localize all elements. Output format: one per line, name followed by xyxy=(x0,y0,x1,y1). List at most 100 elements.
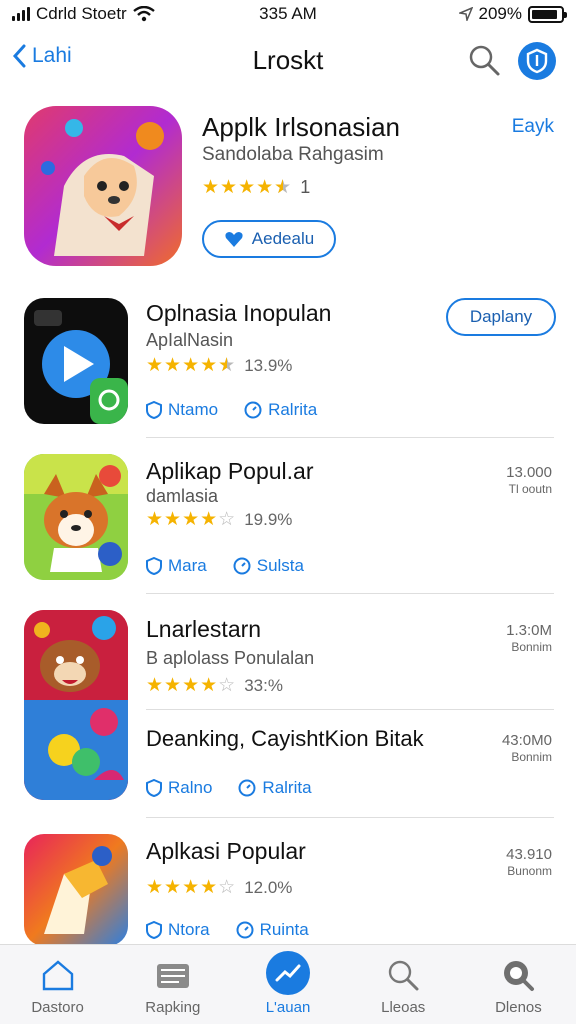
chip[interactable]: Mara xyxy=(146,556,207,576)
battery-icon xyxy=(528,5,567,23)
star-rating: ★★★★★★ xyxy=(146,355,237,376)
item-rating: ★★★★★★ 13.9% xyxy=(146,354,292,377)
item-extra-line: Deanking, CayishtKion Bitak xyxy=(146,726,424,751)
chip-label: Ralrita xyxy=(268,400,318,419)
bookmark-icon xyxy=(24,834,128,946)
item-rating: ★★★★☆ 12.0% xyxy=(146,876,292,899)
chip-label: Ralno xyxy=(168,778,213,797)
profile-button[interactable] xyxy=(518,42,556,80)
chip-label: Mara xyxy=(168,556,207,575)
list-item[interactable]: Lnarlestarn B aplolass Ponulalan ★★★★☆ 3… xyxy=(0,608,576,808)
item-title: Aplkasi Popular xyxy=(146,838,306,864)
meta-value: 1.3:0M xyxy=(506,622,552,639)
divider xyxy=(146,709,554,710)
star-rating: ★★★★☆ xyxy=(146,509,237,530)
trend-icon xyxy=(266,951,310,995)
battery-percent: 209% xyxy=(478,4,522,23)
item-rating: ★★★★☆ 19.9% xyxy=(146,508,292,531)
ranking-icon xyxy=(153,955,193,995)
featured-subtitle: Sandolaba Rahgasim xyxy=(202,144,384,165)
clock-icon xyxy=(238,779,256,797)
status-right: 209% xyxy=(458,4,567,24)
shield-icon xyxy=(146,557,162,575)
item-title: Aplikap Popul.ar xyxy=(146,458,314,484)
meta-sub: Bonnim xyxy=(511,640,552,654)
meta-value: 43.910 xyxy=(506,846,552,863)
clock-icon xyxy=(236,921,254,939)
play-icon xyxy=(24,298,128,424)
item-subtitle: damlasia xyxy=(146,486,219,506)
tab-label: L'auan xyxy=(265,999,311,1016)
nav-bar: Lahi Lroskt xyxy=(0,32,576,90)
tab-profile[interactable]: Dlenos xyxy=(461,945,576,1024)
list-item[interactable]: Oplnasia Inopulan ApIalNasin ★★★★★★ 13.9… xyxy=(0,296,576,436)
home-icon xyxy=(38,955,78,995)
install-button[interactable]: Daplany xyxy=(446,298,556,336)
chip[interactable]: Ntamo xyxy=(146,400,218,420)
chip-label: Ruinta xyxy=(259,920,309,939)
star-rating: ★★★★☆ xyxy=(146,877,237,898)
meta-sub: Bonnim xyxy=(511,750,552,764)
meta-value: 13.000 xyxy=(506,464,552,481)
rating-percent: 19.9% xyxy=(244,509,293,529)
tab-bar: Dastoro Rapking L'auan Lleoas Dlenos xyxy=(0,944,576,1024)
divider xyxy=(146,593,554,594)
item-meta: 13.000 Tl ooutn xyxy=(506,464,552,498)
tab-store[interactable]: Dastoro xyxy=(0,945,115,1024)
search-icon xyxy=(469,45,500,76)
meta-sub: Tl ooutn xyxy=(508,482,552,496)
shield-icon xyxy=(146,921,162,939)
featured-app[interactable]: Applk Irlsonasian Sandolaba Rahgasim ★★★… xyxy=(0,100,576,280)
clock-icon xyxy=(244,401,262,419)
chip-label: Sulsta xyxy=(256,556,304,575)
featured-link[interactable]: Eayk xyxy=(512,116,554,138)
list-item[interactable]: Aplikap Popul.ar damlasia ★★★★☆ 19.9% 13… xyxy=(0,452,576,592)
rating-count: 1 xyxy=(300,177,311,197)
tab-label: Lleoas xyxy=(381,999,426,1016)
star-rating: ★★★★★★ xyxy=(202,177,293,198)
shield-icon xyxy=(526,48,548,74)
chip[interactable]: Ntora xyxy=(146,920,210,940)
rating-percent: 33:% xyxy=(244,675,283,695)
star-rating: ★★★★☆ xyxy=(146,675,237,696)
location-icon xyxy=(458,7,473,21)
tab-label: Dlenos xyxy=(495,999,542,1016)
search-button[interactable] xyxy=(466,42,502,78)
item-subtitle: B aplolass Ponulalan xyxy=(146,648,315,668)
item-subtitle: ApIalNasin xyxy=(146,330,234,350)
heart-shield-icon xyxy=(225,232,243,247)
rating-percent: 12.0% xyxy=(244,877,293,897)
chip[interactable]: Ruinta xyxy=(236,920,309,940)
chip-row: Mara Sulsta xyxy=(146,556,304,576)
chip[interactable]: Ralrita xyxy=(244,400,317,420)
shield-icon xyxy=(146,401,162,419)
tab-trending[interactable]: L'auan xyxy=(230,945,345,1024)
featured-action-button[interactable]: Aedealu xyxy=(202,220,336,258)
tab-ranking[interactable]: Rapking xyxy=(115,945,230,1024)
chip[interactable]: Sulsta xyxy=(233,556,304,576)
item-title: Oplnasia Inopulan xyxy=(146,300,332,326)
divider xyxy=(146,437,554,438)
meta-value: 43:0M0 xyxy=(501,732,552,749)
cartoon-icon xyxy=(24,610,128,800)
divider xyxy=(146,817,554,818)
tab-label: Dastoro xyxy=(31,999,84,1016)
chip-row: Ntamo Ralrita xyxy=(146,400,317,420)
chip[interactable]: Ralno xyxy=(146,778,212,798)
chip[interactable]: Ralrita xyxy=(238,778,312,798)
featured-rating: ★★★★★★ 1 xyxy=(202,176,310,199)
list-item[interactable]: Aplkasi Popular ★★★★☆ 12.0% 43.910 Bunon… xyxy=(0,832,576,946)
item-meta: 43:0M0 Bonnim xyxy=(502,732,552,766)
dog-icon xyxy=(24,454,128,580)
chip-label: Ralrita xyxy=(262,778,312,797)
rating-percent: 13.9% xyxy=(244,355,293,375)
tab-search[interactable]: Lleoas xyxy=(346,945,461,1024)
featured-title: Applk Irlsonasian xyxy=(202,112,400,142)
clock-icon xyxy=(233,557,251,575)
chip-label: Ntora xyxy=(168,920,210,939)
profile-search-icon xyxy=(498,955,538,995)
item-rating: ★★★★☆ 33:% xyxy=(146,674,283,697)
item-title: Lnarlestarn xyxy=(146,616,262,642)
item-meta: 43.910 Bunonm xyxy=(506,846,552,880)
item-meta: 1.3:0M Bonnim xyxy=(506,622,552,656)
